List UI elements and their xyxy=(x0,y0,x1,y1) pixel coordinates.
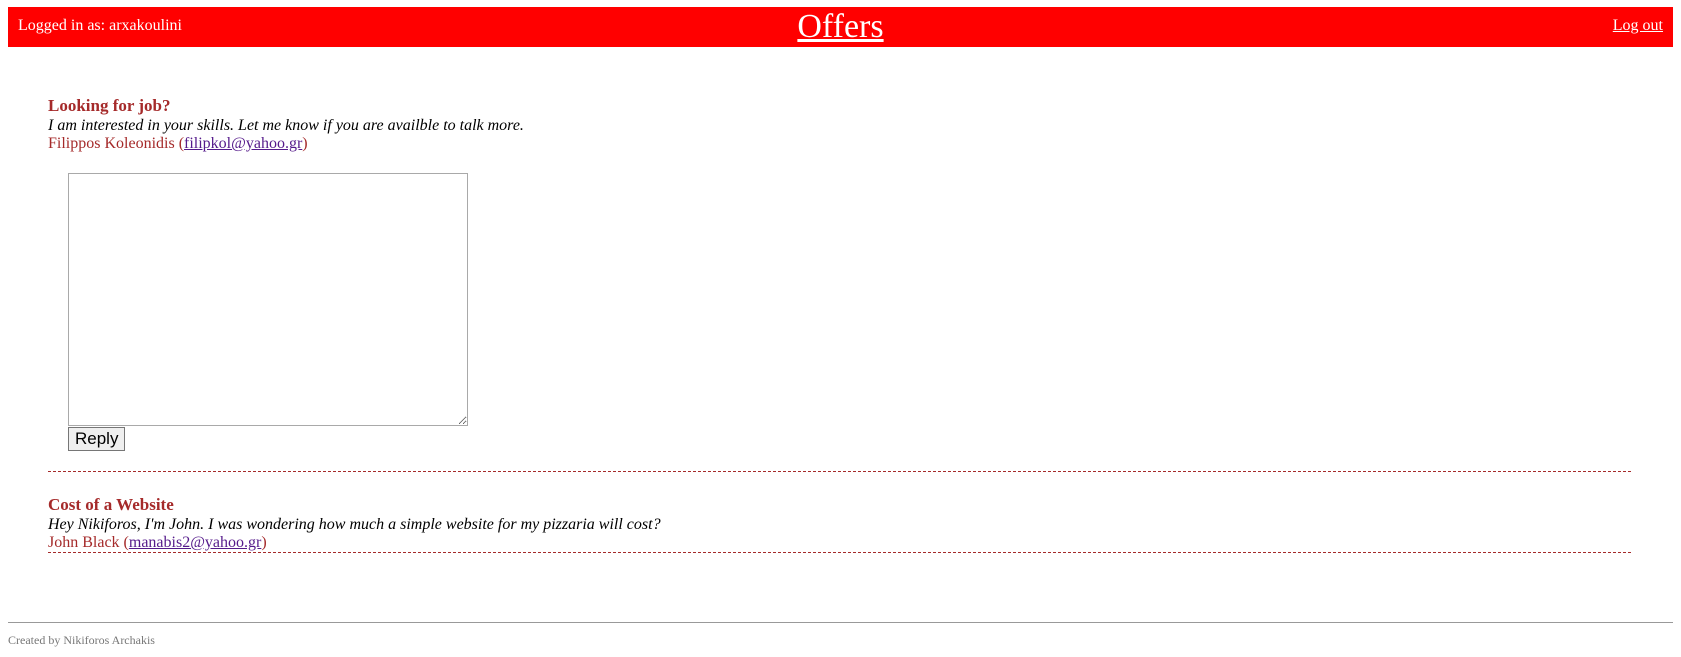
offer-title: Cost of a Website xyxy=(48,495,174,514)
offer-message: I am interested in your skills. Let me k… xyxy=(48,117,524,134)
offer-message: Hey Nikiforos, I'm John. I was wondering… xyxy=(48,516,661,533)
reply-textarea[interactable] xyxy=(68,173,468,426)
page: Logged in as: arxakoulini Offers Log out… xyxy=(0,0,1681,657)
offer-author: Filippos Koleonidis (filipkol@yahoo.gr) xyxy=(48,135,308,152)
logged-in-user-label: Logged in as: arxakoulini xyxy=(18,17,182,34)
reply-form: Reply xyxy=(68,173,1631,471)
page-title: Offers xyxy=(8,7,1673,47)
offer-author-name: Filippos Koleonidis xyxy=(48,135,175,152)
offer-author-email-link[interactable]: filipkol@yahoo.gr xyxy=(184,135,302,152)
offer-item: Looking for job? I am interested in your… xyxy=(48,96,1631,472)
page-title-link[interactable]: Offers xyxy=(797,8,883,45)
offer-author: John Black (manabis2@yahoo.gr) xyxy=(48,534,267,551)
logout-link[interactable]: Log out xyxy=(1613,17,1663,35)
reply-button[interactable]: Reply xyxy=(68,427,126,451)
offer-author-name: John Black xyxy=(48,534,120,551)
offer-item: Cost of a Website Hey Nikiforos, I'm Joh… xyxy=(48,495,1631,553)
offers-list: Looking for job? I am interested in your… xyxy=(48,96,1631,553)
footer-divider xyxy=(8,622,1673,623)
offer-title: Looking for job? xyxy=(48,96,171,115)
offer-author-email-link[interactable]: manabis2@yahoo.gr xyxy=(129,534,261,551)
header-bar: Logged in as: arxakoulini Offers Log out xyxy=(8,7,1673,47)
footer-credit: Created by Nikiforos Archakis xyxy=(8,633,155,647)
